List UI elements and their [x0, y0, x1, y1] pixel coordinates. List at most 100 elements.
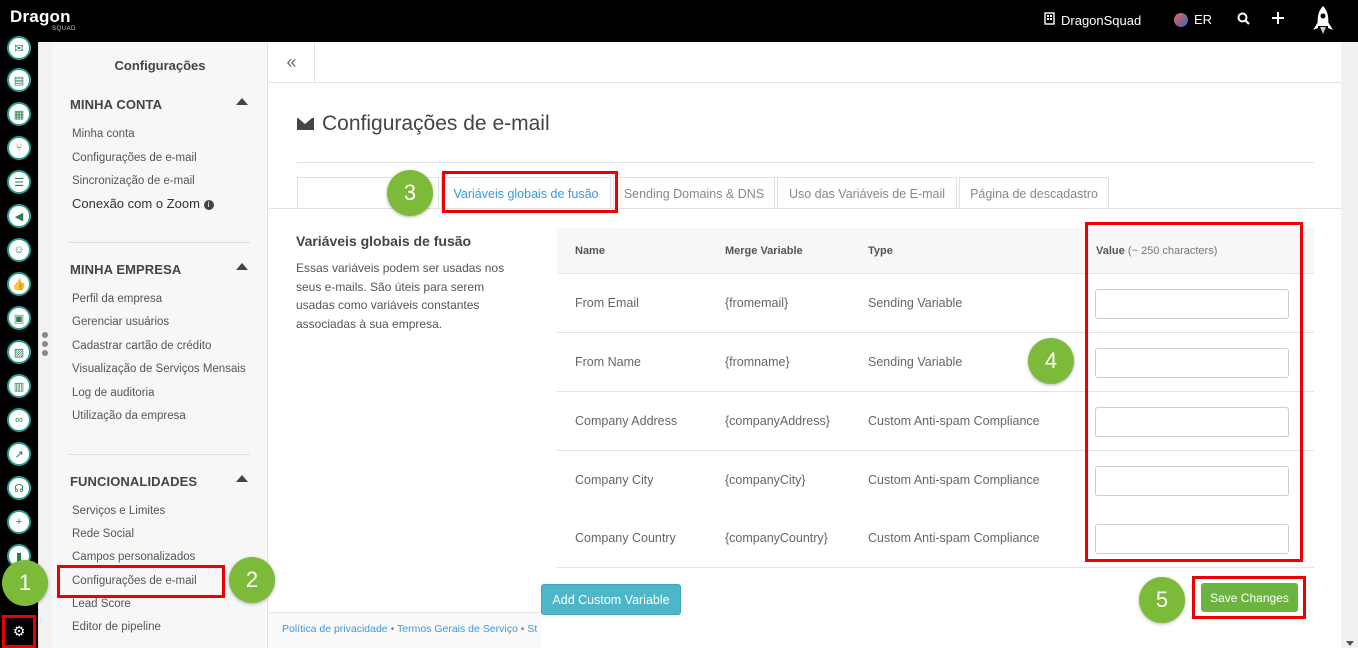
search-button[interactable] — [1237, 12, 1250, 28]
page-title: Configurações de e-mail — [297, 112, 550, 136]
footer-privacy-link[interactable]: Política de privacidade — [282, 623, 388, 635]
row-name: From Name — [575, 355, 641, 369]
row-type: Custom Anti-spam Compliance — [868, 531, 1040, 545]
collapse-caret-icon[interactable] — [236, 475, 248, 482]
sidebar-item-email-sync[interactable]: Sincronização de e-mail — [72, 175, 195, 187]
settings-sidebar: Configurações MINHA CONTA Minha conta Co… — [52, 42, 268, 648]
thumbs-up-icon[interactable]: 👍 — [7, 272, 31, 296]
clipboard-icon[interactable]: ▤ — [7, 68, 31, 92]
add-button[interactable] — [1271, 11, 1285, 28]
highlight-value-column — [1085, 222, 1303, 562]
row-merge: {companyAddress} — [725, 414, 830, 428]
handshake-icon[interactable]: ∞ — [7, 408, 31, 432]
org-switcher[interactable]: DragonSquad — [1044, 12, 1141, 28]
row-name: From Email — [575, 296, 639, 310]
sidebar-item-lead-score[interactable]: Lead Score — [72, 598, 131, 610]
sidebar-item-social[interactable]: Rede Social — [72, 528, 134, 540]
row-type: Custom Anti-spam Compliance — [868, 414, 1040, 428]
row-type: Sending Variable — [868, 296, 963, 310]
title-divider — [297, 162, 1314, 163]
rail-resize-handle[interactable] — [38, 42, 52, 648]
org-name: DragonSquad — [1061, 12, 1142, 28]
sidebar-item-company-usage[interactable]: Utilização da empresa — [72, 410, 186, 422]
content-subheader: « — [269, 42, 1341, 83]
chart-icon[interactable]: ↗ — [7, 442, 31, 466]
scroll-down-icon[interactable] — [1346, 641, 1354, 646]
footer-separator: • — [390, 623, 395, 635]
top-bar: Dragon SQUAD DragonSquad ER — [0, 0, 1358, 42]
chat-icon[interactable]: ☺ — [7, 238, 31, 262]
sidebar-item-zoom[interactable]: Conexão com o Zoom i — [72, 196, 214, 211]
user-menu[interactable]: ER — [1174, 12, 1212, 27]
user-initials: ER — [1194, 12, 1213, 27]
footer-more-link[interactable]: St — [527, 623, 537, 635]
rocket-icon[interactable] — [1310, 4, 1336, 36]
image-icon[interactable]: ▨ — [7, 340, 31, 364]
highlight-email-config — [57, 565, 225, 598]
sidebar-item-custom-fields[interactable]: Campos personalizados — [72, 551, 195, 563]
section-funcionalidades[interactable]: FUNCIONALIDADES — [70, 474, 197, 489]
tab-sending-domains[interactable]: Sending Domains & DNS — [613, 177, 775, 209]
section-minha-conta[interactable]: MINHA CONTA — [70, 97, 162, 112]
collapse-caret-icon[interactable] — [236, 263, 248, 270]
scrollbar[interactable] — [1341, 42, 1358, 648]
highlight-merge-tab — [442, 171, 618, 213]
section-title: Variáveis globais de fusão — [296, 233, 472, 249]
row-merge: {fromemail} — [725, 296, 789, 310]
drag-dots-icon — [42, 332, 48, 359]
annotation-badge-2: 2 — [229, 557, 275, 603]
row-merge: {companyCountry} — [725, 531, 828, 545]
add-custom-variable-button[interactable]: Add Custom Variable — [541, 584, 681, 615]
section-minha-empresa[interactable]: MINHA EMPRESA — [70, 262, 181, 277]
sidebar-item-minha-conta[interactable]: Minha conta — [72, 128, 135, 140]
row-name: Company City — [575, 473, 654, 487]
tab-email-variables-usage[interactable]: Uso das Variáveis de E-mail — [777, 177, 957, 209]
logo-subtitle: SQUAD — [52, 26, 76, 32]
row-name: Company Address — [575, 414, 678, 428]
col-type: Type — [868, 245, 893, 257]
row-type: Custom Anti-spam Compliance — [868, 473, 1040, 487]
app-logo[interactable]: Dragon — [10, 8, 71, 26]
list-icon[interactable]: ☰ — [7, 170, 31, 194]
globe-avatar-icon — [1174, 12, 1188, 27]
collapse-sidebar-button[interactable]: « — [269, 42, 315, 83]
branch-icon[interactable]: ⑂ — [7, 136, 31, 160]
tabs-divider — [269, 208, 1341, 209]
app-nav-rail: ✉ ▤ ▦ ⑂ ☰ ◀ ☺ 👍 ▣ ▨ ▥ ∞ ↗ ☊ + ▮ ⚙ — [0, 36, 38, 648]
envelope-icon — [297, 118, 314, 130]
megaphone-icon[interactable]: ◀ — [7, 204, 31, 228]
logo-text: Dragon — [10, 7, 71, 26]
sidebar-item-pipeline-editor[interactable]: Editor de pipeline — [72, 621, 161, 633]
tv-icon[interactable]: ▣ — [7, 306, 31, 330]
building-icon — [1044, 12, 1055, 28]
tab-unsubscribe-page[interactable]: Página de descadastro — [959, 177, 1109, 209]
row-type: Sending Variable — [868, 355, 963, 369]
user-add-icon[interactable]: + — [7, 510, 31, 534]
plus-icon — [1271, 11, 1285, 28]
row-name: Company Country — [575, 531, 676, 545]
map-icon[interactable]: ▦ — [7, 102, 31, 126]
highlight-save — [1192, 576, 1306, 619]
info-icon: i — [203, 200, 214, 210]
annotation-badge-3: 3 — [387, 170, 433, 216]
annotation-badge-5: 5 — [1139, 577, 1185, 623]
collapse-caret-icon[interactable] — [236, 98, 248, 105]
sidebar-item-manage-users[interactable]: Gerenciar usuários — [72, 316, 169, 328]
sidebar-item-zoom-label: Conexão com o Zoom — [72, 196, 200, 211]
sidebar-item-company-profile[interactable]: Perfil da empresa — [72, 293, 162, 305]
calendar-icon[interactable]: ▥ — [7, 374, 31, 398]
sidebar-item-audit-log[interactable]: Log de auditoria — [72, 387, 154, 399]
sidebar-item-services-limits[interactable]: Serviços e Limites — [72, 505, 165, 517]
col-merge-variable: Merge Variable — [725, 245, 803, 257]
sidebar-item-email-settings[interactable]: Configurações de e-mail — [72, 152, 197, 164]
row-merge: {companyCity} — [725, 473, 806, 487]
sidebar-item-credit-card[interactable]: Cadastrar cartão de crédito — [72, 340, 211, 352]
page-title-text: Configurações de e-mail — [322, 112, 550, 135]
footer-terms-link[interactable]: Termos Gerais de Serviço — [397, 623, 518, 635]
col-name: Name — [575, 245, 605, 257]
sidebar-item-monthly-services[interactable]: Visualização de Serviços Mensais — [72, 363, 246, 375]
headset-icon[interactable]: ☊ — [7, 476, 31, 500]
sidebar-divider — [68, 454, 250, 455]
sidebar-divider — [68, 242, 250, 243]
mail-icon[interactable]: ✉ — [7, 36, 31, 60]
